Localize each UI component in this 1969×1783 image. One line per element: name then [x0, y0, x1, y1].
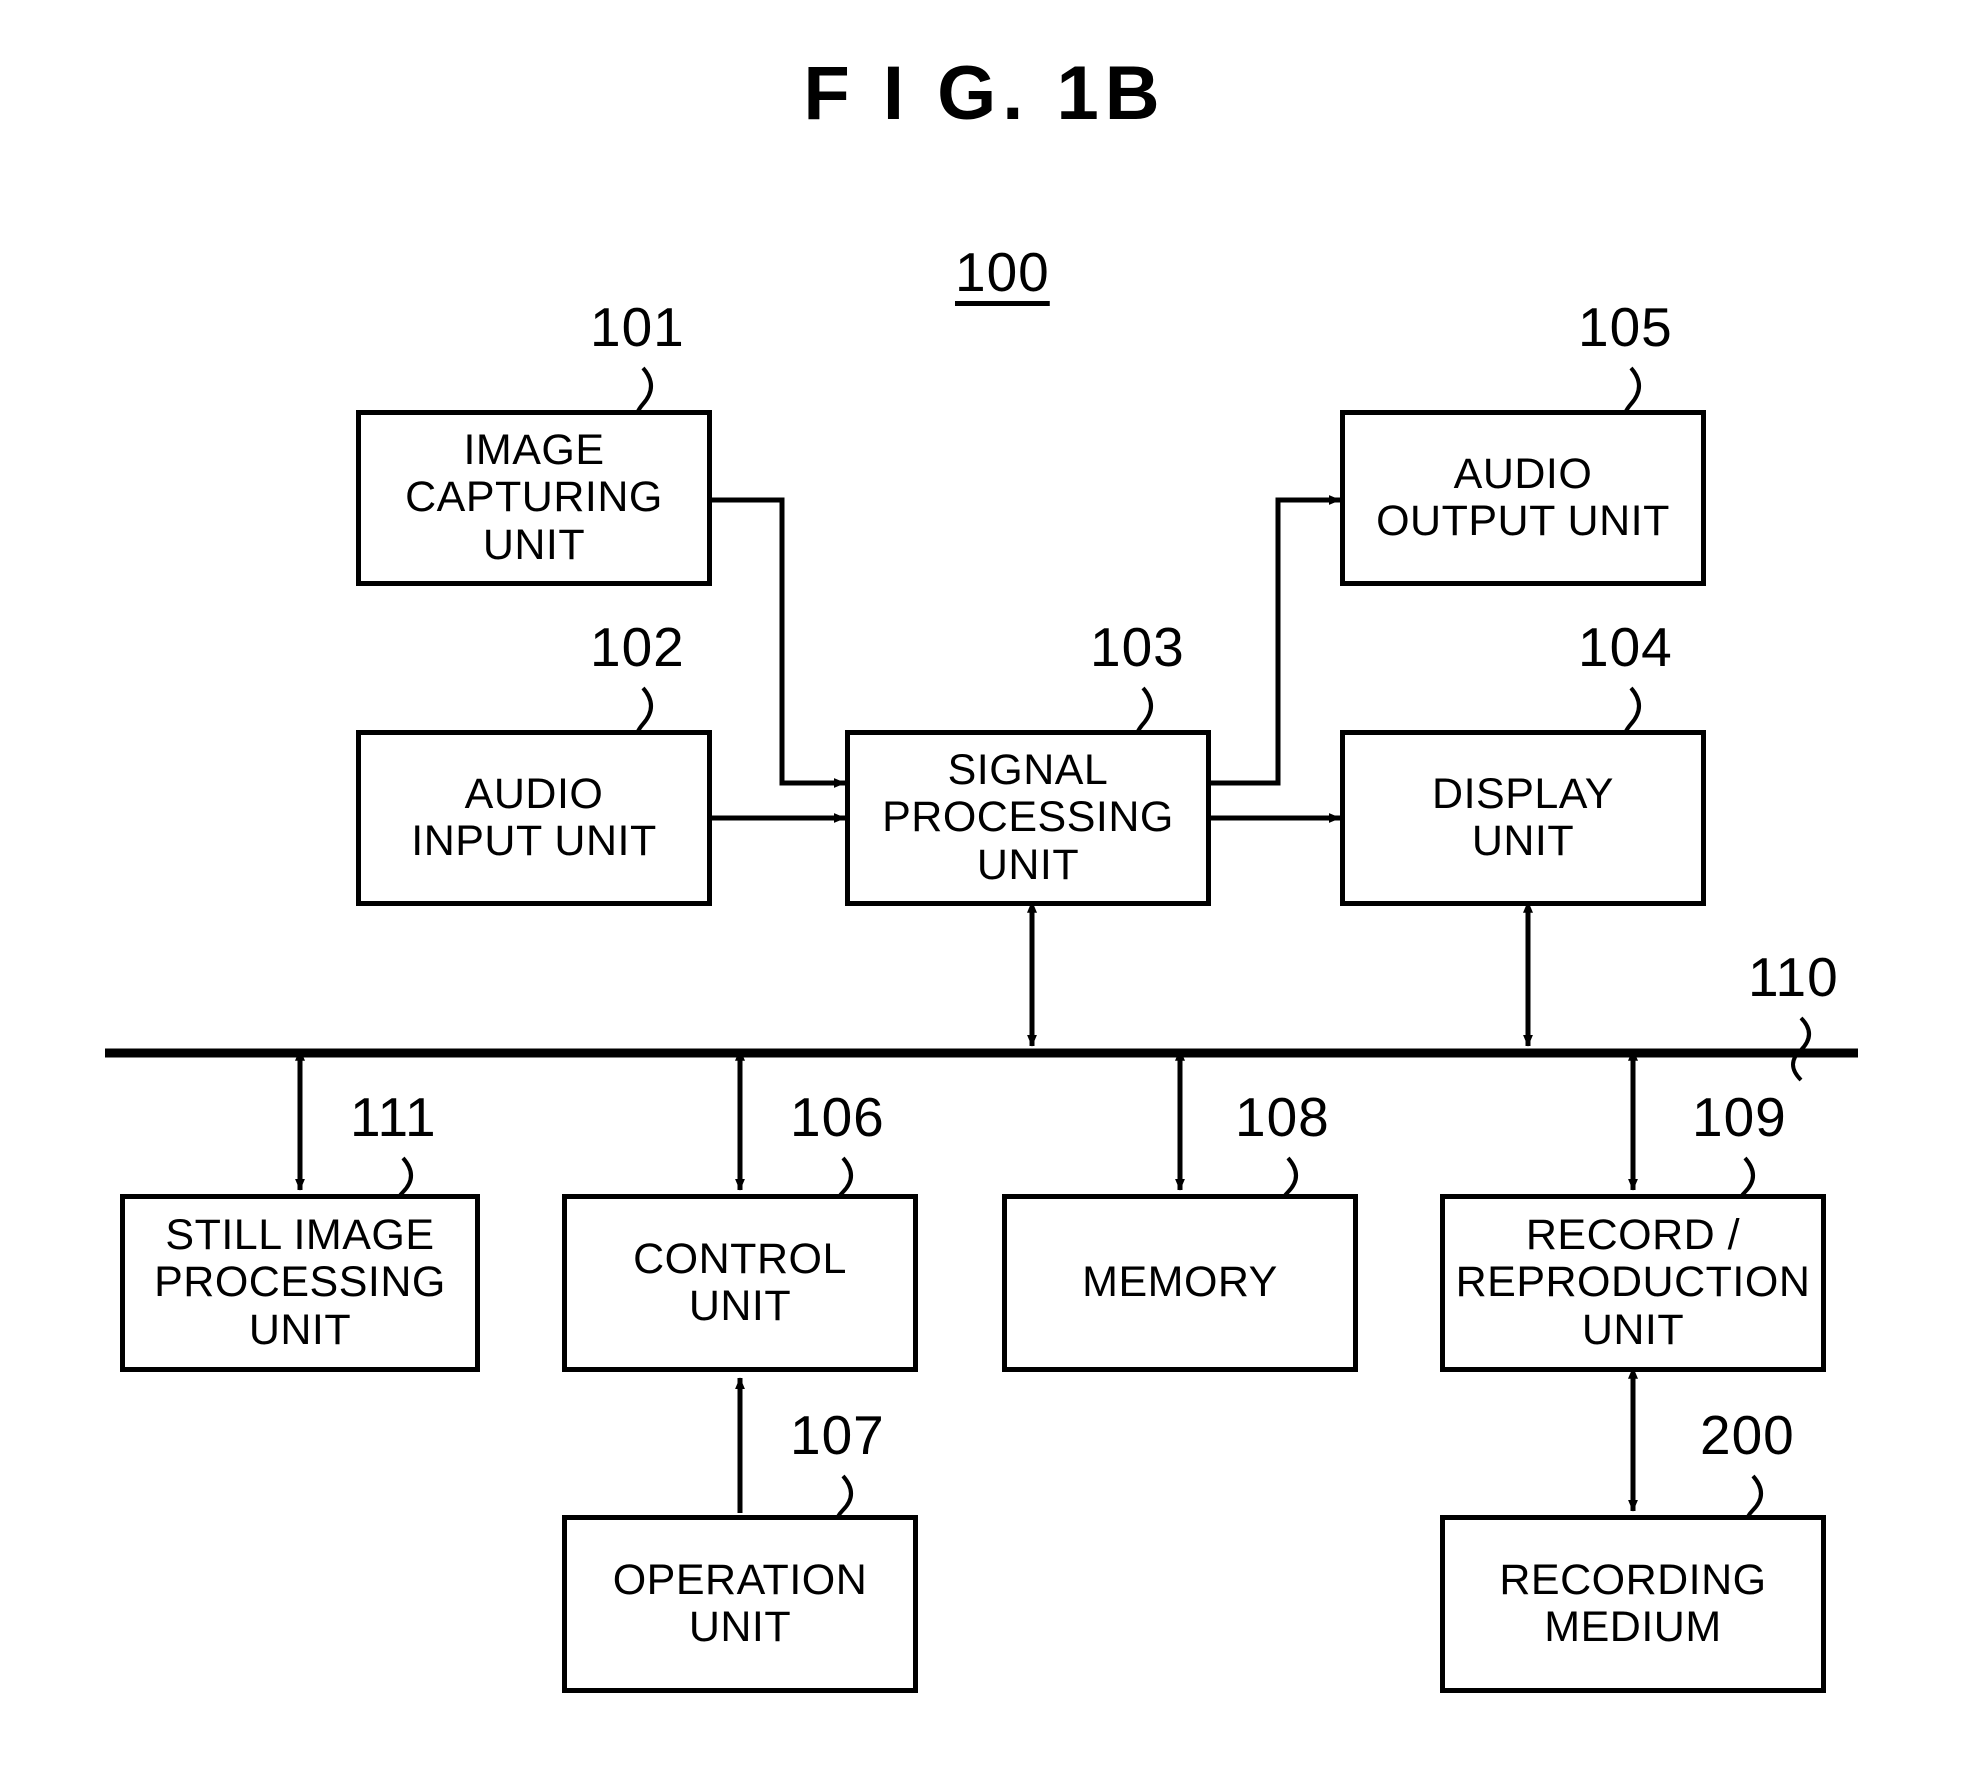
block-display-unit[interactable]: DISPLAY UNIT: [1340, 730, 1706, 906]
ref-label-105: 105: [1578, 296, 1673, 358]
block-image-capturing-unit[interactable]: IMAGE CAPTURING UNIT: [356, 410, 712, 586]
ref-label-104: 104: [1578, 616, 1673, 678]
patent-figure-page: F I G. 1B 100 101 102 103 104 105 106 10…: [0, 0, 1969, 1783]
ref-label-100: 100: [955, 241, 1050, 303]
block-audio-input-unit[interactable]: AUDIO INPUT UNIT: [356, 730, 712, 906]
block-record-reproduction-unit[interactable]: RECORD / REPRODUCTION UNIT: [1440, 1194, 1826, 1372]
ref-label-107: 107: [790, 1404, 885, 1466]
ref-label-110: 110: [1748, 946, 1839, 1008]
ref-label-200: 200: [1700, 1404, 1795, 1466]
ref-label-111: 111: [350, 1086, 437, 1148]
block-still-image-processing-unit[interactable]: STILL IMAGE PROCESSING UNIT: [120, 1194, 480, 1372]
page-title: F I G. 1B: [803, 51, 1166, 136]
block-operation-unit[interactable]: OPERATION UNIT: [562, 1515, 918, 1693]
block-audio-output-unit[interactable]: AUDIO OUTPUT UNIT: [1340, 410, 1706, 586]
edge-image-capturing-to-signal-processing: [712, 497, 846, 788]
block-recording-medium[interactable]: RECORDING MEDIUM: [1440, 1515, 1826, 1693]
block-control-unit[interactable]: CONTROL UNIT: [562, 1194, 918, 1372]
block-signal-processing-unit[interactable]: SIGNAL PROCESSING UNIT: [845, 730, 1211, 906]
ref-label-101: 101: [590, 296, 685, 358]
ref-label-102: 102: [590, 616, 685, 678]
ref-label-103: 103: [1090, 616, 1185, 678]
ref-label-106: 106: [790, 1086, 885, 1148]
edge-signal-processing-to-audio-output: [1210, 495, 1341, 786]
ref-label-109: 109: [1692, 1086, 1787, 1148]
ref-label-108: 108: [1235, 1086, 1330, 1148]
block-memory[interactable]: MEMORY: [1002, 1194, 1358, 1372]
